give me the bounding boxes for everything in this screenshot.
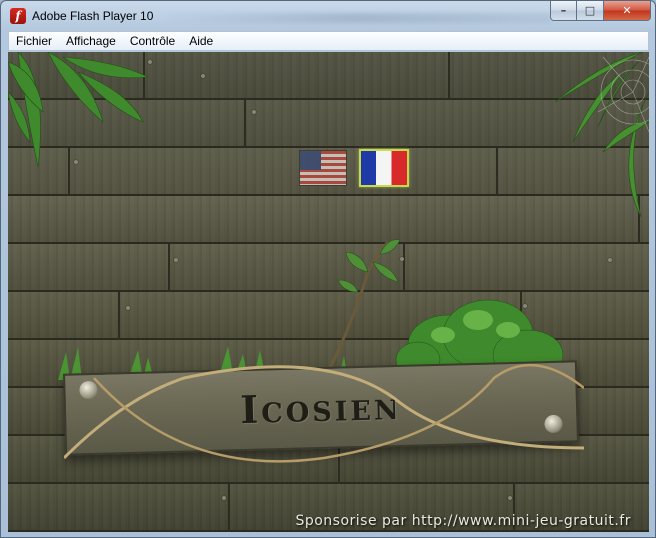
plank-seam [168,244,170,292]
plank-seam [448,52,450,100]
maximize-button[interactable]: □ [577,1,604,21]
flash-icon: f [10,8,26,24]
plank-seam [118,292,120,340]
jungle-leaves-top-right [554,52,649,218]
nail [222,496,226,500]
nail [252,110,256,114]
jungle-leaves-top-left [8,52,150,168]
nail [174,258,178,262]
plank-seam [244,100,246,148]
window-controls: – □ ✕ [550,1,651,21]
menu-fichier[interactable]: Fichier [9,33,59,49]
menu-controle[interactable]: Contrôle [123,33,182,49]
nail [508,496,512,500]
game-stage[interactable]: Icosien Sponsorise par http://www.mini-j… [8,52,649,532]
sponsor-text[interactable]: Sponsorise par http://www.mini-jeu-gratu… [295,512,631,530]
title-bar-glass [161,13,551,23]
flash-player-window: f Adobe Flash Player 10 – □ ✕ Fichier Af… [0,0,656,538]
menu-bar: Fichier Affichage Contrôle Aide [8,31,649,51]
nail [608,258,612,262]
menu-affichage[interactable]: Affichage [59,33,123,49]
plank-seam [496,148,498,196]
window-title: Adobe Flash Player 10 [32,9,154,23]
title-bar[interactable]: f Adobe Flash Player 10 – □ ✕ [1,1,655,31]
close-button[interactable]: ✕ [604,1,651,21]
english-flag-button[interactable] [299,150,347,186]
nail [126,306,130,310]
plank-seam [228,484,230,532]
nail [201,74,205,78]
menu-aide[interactable]: Aide [182,33,220,49]
minimize-button[interactable]: – [550,1,577,21]
rope [64,363,584,463]
french-flag-button[interactable] [359,149,409,187]
